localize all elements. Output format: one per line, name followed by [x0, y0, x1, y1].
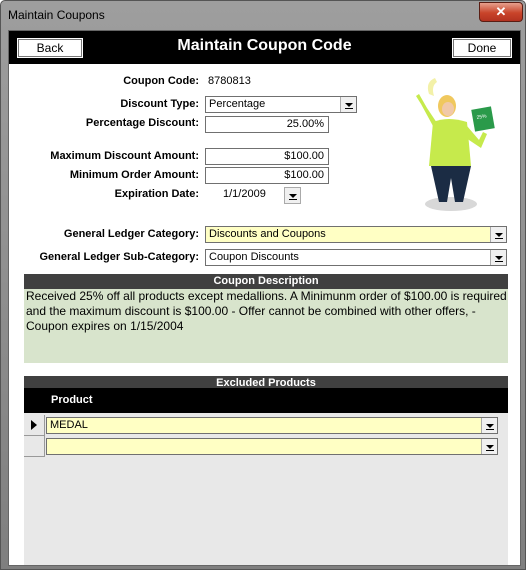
dropdown-arrow-icon[interactable] — [490, 250, 506, 265]
row-selector[interactable] — [24, 415, 45, 436]
gl-category-value: Discounts and Coupons — [209, 228, 326, 240]
new-excluded-product-select[interactable] — [46, 438, 498, 455]
dropdown-arrow-icon[interactable] — [284, 187, 301, 204]
excluded-product-select[interactable]: MEDAL — [46, 417, 498, 434]
promo-photo: 25% — [416, 78, 495, 211]
dropdown-arrow-icon[interactable] — [340, 97, 356, 112]
expiration-date-label: Expiration Date: — [114, 188, 199, 200]
max-discount-label: Maximum Discount Amount: — [50, 150, 199, 162]
grid-header-row: Product — [24, 388, 508, 413]
dropdown-arrow-icon[interactable] — [490, 227, 506, 242]
discount-type-value: Percentage — [209, 98, 266, 110]
close-icon: ✕ — [495, 4, 507, 19]
gl-subcategory-label: General Ledger Sub-Category: — [39, 251, 199, 263]
done-button[interactable]: Done — [452, 38, 512, 58]
discount-type-select[interactable]: Percentage — [205, 96, 357, 113]
discount-type-label: Discount Type: — [120, 98, 199, 110]
gl-subcategory-select[interactable]: Coupon Discounts — [205, 249, 507, 266]
coupon-description-header: Coupon Description — [24, 274, 508, 289]
expiration-date-value: 1/1/2009 — [223, 188, 266, 200]
product-column-header: Product — [51, 394, 93, 406]
gl-subcategory-value: Coupon Discounts — [209, 251, 299, 263]
page-title: Maintain Coupon Code — [177, 37, 352, 54]
min-order-field[interactable]: $100.00 — [205, 167, 329, 184]
coupon-code-value: 8780813 — [208, 75, 251, 87]
coupon-description-text[interactable]: Received 25% off all products except med… — [24, 289, 508, 363]
gl-category-label: General Ledger Category: — [63, 228, 199, 240]
expiration-date-field[interactable]: 1/1/2009 — [205, 186, 302, 204]
max-discount-field[interactable]: $100.00 — [205, 148, 329, 165]
percentage-discount-field[interactable]: 25.00% — [205, 116, 329, 133]
window-title: Maintain Coupons — [8, 8, 105, 22]
dropdown-arrow-icon[interactable] — [481, 418, 497, 433]
percentage-discount-label: Percentage Discount: — [85, 117, 199, 129]
header-bar: Back Maintain Coupon Code Done — [9, 31, 520, 64]
row-selector[interactable] — [24, 436, 45, 457]
gl-category-select[interactable]: Discounts and Coupons — [205, 226, 507, 243]
excluded-products-grid: Product MEDAL — [24, 388, 508, 565]
dropdown-arrow-icon[interactable] — [481, 439, 497, 454]
min-order-label: Minimum Order Amount: — [69, 169, 199, 181]
record-pointer-icon — [31, 420, 37, 430]
window: Maintain Coupons ✕ Back Maintain Coupon … — [0, 0, 526, 570]
coupon-code-label: Coupon Code: — [123, 75, 199, 87]
window-close-button[interactable]: ✕ — [479, 2, 523, 22]
excluded-product-value: MEDAL — [50, 419, 88, 431]
form-client-area: Back Maintain Coupon Code Done Coupon Co… — [8, 30, 521, 566]
